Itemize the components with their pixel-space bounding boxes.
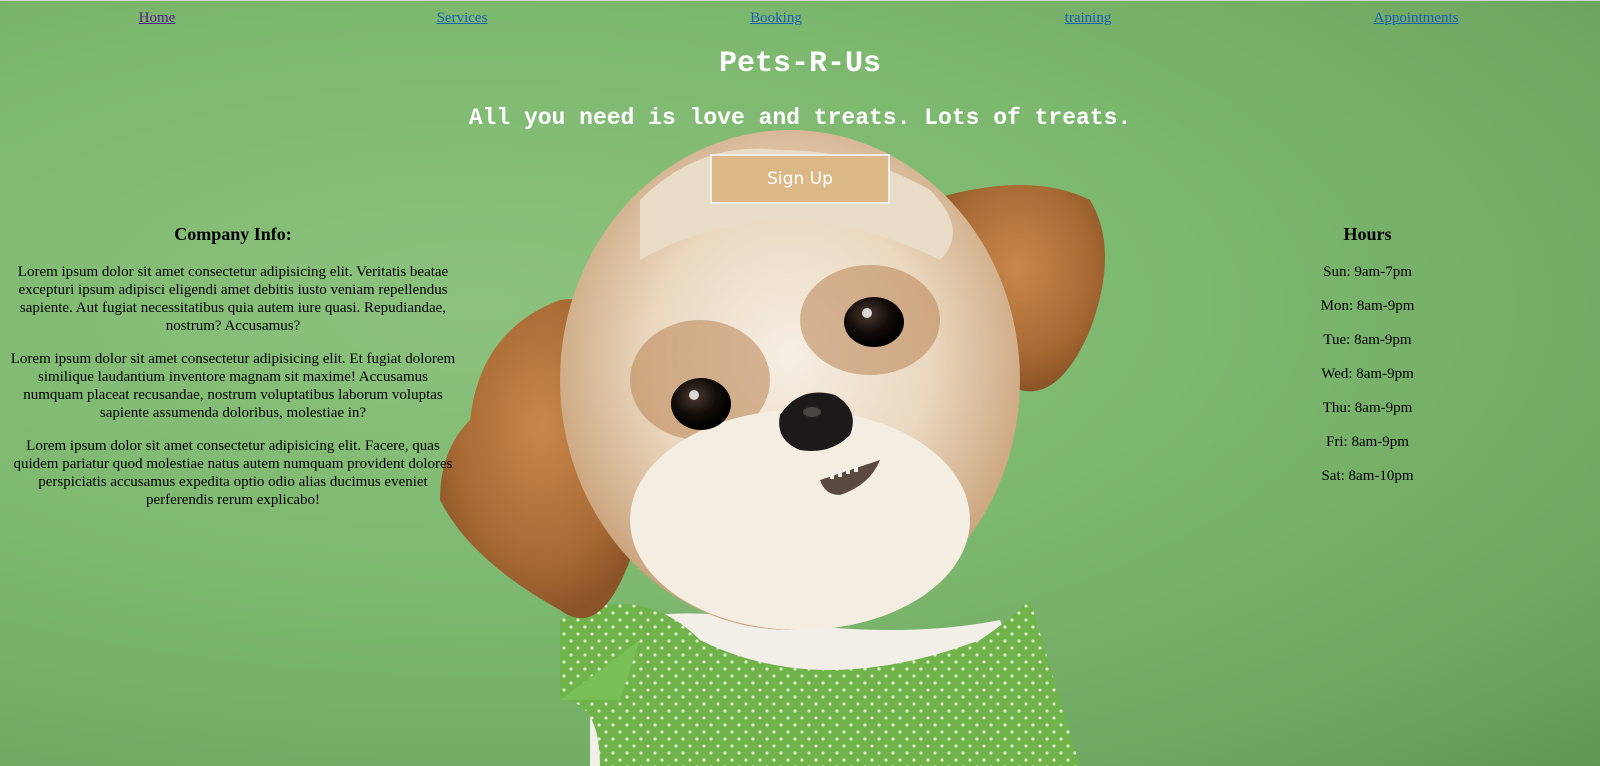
hours-wednesday: Wed: 8am-9pm	[1321, 366, 1414, 382]
hours-saturday: Sat: 8am-10pm	[1321, 468, 1414, 484]
hours-tuesday: Tue: 8am-9pm	[1323, 332, 1412, 348]
company-info-paragraph: Lorem ipsum dolor sit amet consectetur a…	[10, 351, 456, 421]
nav-link-training[interactable]: training	[1065, 10, 1112, 27]
nav-link-services[interactable]: Services	[437, 10, 488, 27]
company-info-paragraph: Lorem ipsum dolor sit amet consectetur a…	[13, 438, 453, 508]
nav-link-home[interactable]: Home	[139, 10, 176, 27]
company-info-paragraph: Lorem ipsum dolor sit amet consectetur a…	[17, 264, 449, 334]
site-title: Pets-R-Us	[718, 47, 882, 81]
hours-monday: Mon: 8am-9pm	[1320, 298, 1415, 314]
hours-friday: Fri: 8am-9pm	[1326, 434, 1409, 450]
page-top-border	[0, 0, 1600, 1]
hours-heading: Hours	[1343, 224, 1392, 244]
hours-sunday: Sun: 9am-7pm	[1323, 264, 1412, 280]
nav-link-appointments[interactable]: Appointments	[1374, 10, 1459, 27]
company-info-heading: Company Info:	[174, 224, 292, 244]
nav-link-booking[interactable]: Booking	[750, 10, 802, 27]
hours-thursday: Thu: 8am-9pm	[1322, 400, 1413, 416]
hours-section: Hours Sun: 9am-7pm Mon: 8am-9pm Tue: 8am…	[1280, 224, 1455, 501]
company-info-section: Company Info: Lorem ipsum dolor sit amet…	[8, 224, 458, 524]
main-nav: Home Services Booking training Appointme…	[0, 10, 1600, 32]
site-tagline: All you need is love and treats. Lots of…	[468, 105, 1132, 131]
sign-up-button[interactable]: Sign Up	[710, 154, 890, 204]
